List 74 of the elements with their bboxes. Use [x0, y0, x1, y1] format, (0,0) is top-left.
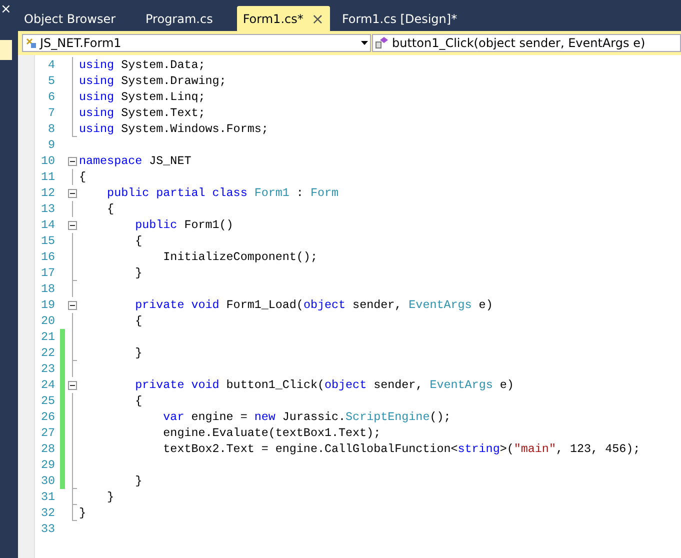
code-line: public Form1()	[134, 218, 234, 232]
line-number: 4	[46, 58, 55, 72]
line-number: 32	[40, 506, 55, 520]
code-line: }	[106, 490, 114, 504]
code-line: }	[134, 474, 142, 488]
line-number: 12	[40, 186, 55, 200]
code-line: using System.Windows.Forms;	[79, 122, 268, 136]
line-number: 21	[40, 330, 55, 344]
line-number: 18	[40, 282, 55, 296]
code-line: {	[134, 314, 142, 328]
line-number: 25	[40, 394, 55, 408]
fold-end	[72, 121, 76, 137]
line-number: 33	[40, 522, 55, 536]
line-number: 24	[40, 378, 55, 392]
code-line: using System.Linq;	[79, 90, 206, 104]
collapse-icon[interactable]	[68, 380, 76, 390]
panel-tab[interactable]	[0, 40, 12, 60]
code-line: private void button1_Click(object sender, EventArgs e)	[134, 378, 514, 392]
line-number: 28	[40, 442, 55, 456]
line-number: 9	[46, 138, 55, 152]
code-line: using System.Text;	[79, 106, 206, 120]
tab[interactable]: Program.cs	[140, 6, 219, 31]
line-number: 23	[40, 362, 55, 376]
line-number: 31	[40, 490, 55, 504]
tab[interactable]: Form1.cs [Design]*	[336, 6, 464, 31]
line-number: 26	[40, 410, 55, 424]
code-line: {	[134, 234, 142, 248]
close-icon[interactable]: ×	[311, 10, 324, 28]
code-line: private void Form1_Load(object sender, EventArgs e)	[134, 298, 493, 312]
member-dropdown[interactable]: button1_Click(object sender, EventArgs e)	[372, 34, 681, 52]
collapse-icon[interactable]	[68, 300, 76, 310]
line-number: 10	[40, 154, 55, 168]
dropdown-arrow-icon[interactable]	[361, 41, 368, 45]
class-icon	[25, 37, 37, 49]
line-number: 5	[46, 74, 55, 88]
line-number: 30	[40, 474, 55, 488]
collapse-icon[interactable]	[68, 156, 76, 166]
line-number: 17	[40, 266, 55, 280]
line-number: 7	[46, 106, 55, 120]
type-dropdown[interactable]: JS_NET.Form1	[22, 34, 371, 52]
collapse-icon[interactable]	[68, 188, 76, 198]
line-number: 14	[40, 218, 55, 232]
line-number: 16	[40, 250, 55, 264]
collapse-icon[interactable]	[68, 220, 76, 230]
code-line: }	[79, 506, 86, 520]
tab[interactable]: Form1.cs* ×	[236, 6, 330, 31]
code-line: }	[134, 346, 142, 360]
line-number: 13	[40, 202, 55, 216]
code-line: InitializeComponent();	[162, 250, 318, 264]
line-number: 15	[40, 234, 55, 248]
code-line: public partial class Form1 : Form	[106, 186, 339, 200]
code-line: using System.Data;	[79, 58, 206, 72]
line-number: 27	[40, 426, 55, 440]
line-number: 22	[40, 346, 55, 360]
close-icon[interactable]: ×	[0, 2, 12, 18]
line-number: 11	[40, 170, 55, 184]
code-line: var engine = new Jurassic.ScriptEngine();	[162, 410, 451, 424]
line-number: 6	[46, 90, 55, 104]
code-line: }	[134, 266, 142, 280]
line-number: 20	[40, 314, 55, 328]
fold-end	[72, 265, 76, 281]
code-line: using System.Drawing;	[79, 74, 226, 88]
code-line: {	[134, 394, 142, 408]
line-number: 29	[40, 458, 55, 472]
line-number: 8	[46, 122, 55, 136]
tab[interactable]: Object Browser	[18, 6, 122, 31]
code-line: textBox2.Text = engine.CallGlobalFunction<string>("main", 123, 456);	[162, 442, 640, 456]
code-line: {	[106, 202, 114, 216]
code-line: engine.Evaluate(textBox1.Text);	[162, 426, 381, 440]
code-line: namespace JS_NET	[79, 154, 192, 168]
code-line: {	[79, 170, 86, 184]
fold-end	[72, 345, 76, 361]
line-number: 19	[40, 298, 55, 312]
method-icon	[375, 37, 389, 49]
